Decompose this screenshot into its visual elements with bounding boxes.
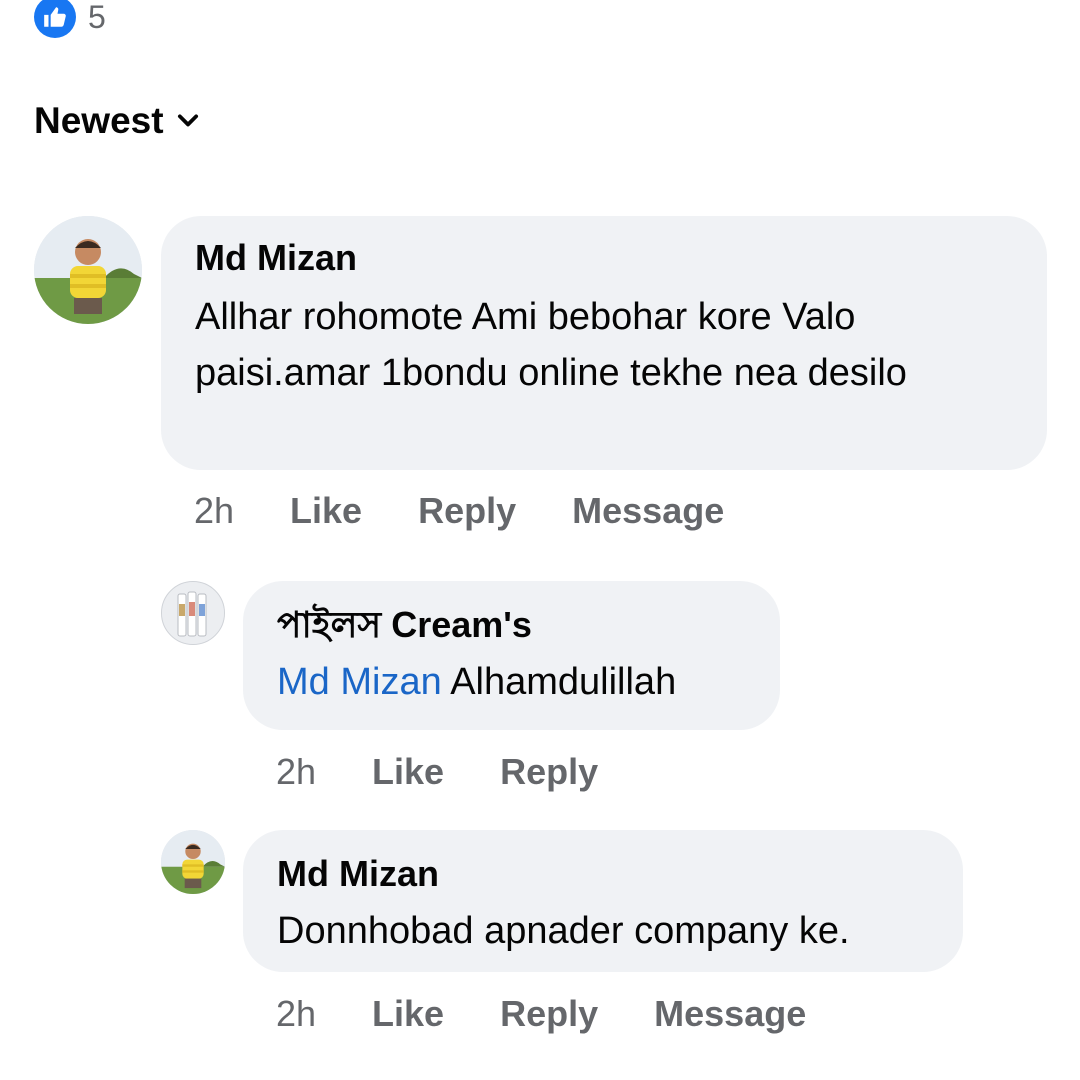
reply-button[interactable]: Reply (500, 751, 598, 793)
comment-text: Md Mizan Alhamdulillah (277, 654, 746, 710)
comment-author[interactable]: Md Mizan (195, 236, 1013, 279)
comment-bubble: পাইলস Cream's Md Mizan Alhamdulillah (243, 581, 780, 730)
avatar[interactable] (161, 830, 225, 894)
comment-time[interactable]: 2h (276, 993, 316, 1035)
comment-time[interactable]: 2h (194, 490, 234, 532)
comment-text-body: Alhamdulillah (450, 661, 677, 704)
comment-time[interactable]: 2h (276, 751, 316, 793)
comment-actions: 2h Like Reply Message (276, 993, 806, 1035)
like-button[interactable]: Like (372, 751, 444, 793)
like-count: 5 (88, 0, 106, 35)
like-button[interactable]: Like (372, 993, 444, 1035)
comment-actions: 2h Like Reply (276, 751, 598, 793)
like-icon (34, 0, 76, 38)
sort-label: Newest (34, 100, 164, 141)
sort-dropdown[interactable]: Newest (34, 100, 202, 142)
comment-author[interactable]: Md Mizan (277, 852, 929, 895)
comment-author[interactable]: পাইলস Cream's (277, 603, 746, 646)
reactions-summary[interactable]: 5 (34, 0, 106, 38)
chevron-down-icon (174, 107, 202, 135)
avatar[interactable] (34, 216, 142, 324)
message-button[interactable]: Message (572, 490, 724, 532)
like-button[interactable]: Like (290, 490, 362, 532)
comment-text: Allhar rohomote Ami bebohar kore Valo pa… (195, 296, 907, 395)
avatar[interactable] (161, 581, 225, 645)
reply-button[interactable]: Reply (500, 993, 598, 1035)
mention-link[interactable]: Md Mizan (277, 661, 442, 703)
reply-button[interactable]: Reply (418, 490, 516, 532)
comment-actions: 2h Like Reply Message (194, 490, 724, 532)
message-button[interactable]: Message (654, 993, 806, 1035)
comment-bubble: Md Mizan Allhar rohomote Ami bebohar kor… (161, 216, 1047, 470)
comment-text: Donnhobad apnader company ke. (277, 910, 850, 953)
comment-bubble: Md Mizan Donnhobad apnader company ke. (243, 830, 963, 972)
